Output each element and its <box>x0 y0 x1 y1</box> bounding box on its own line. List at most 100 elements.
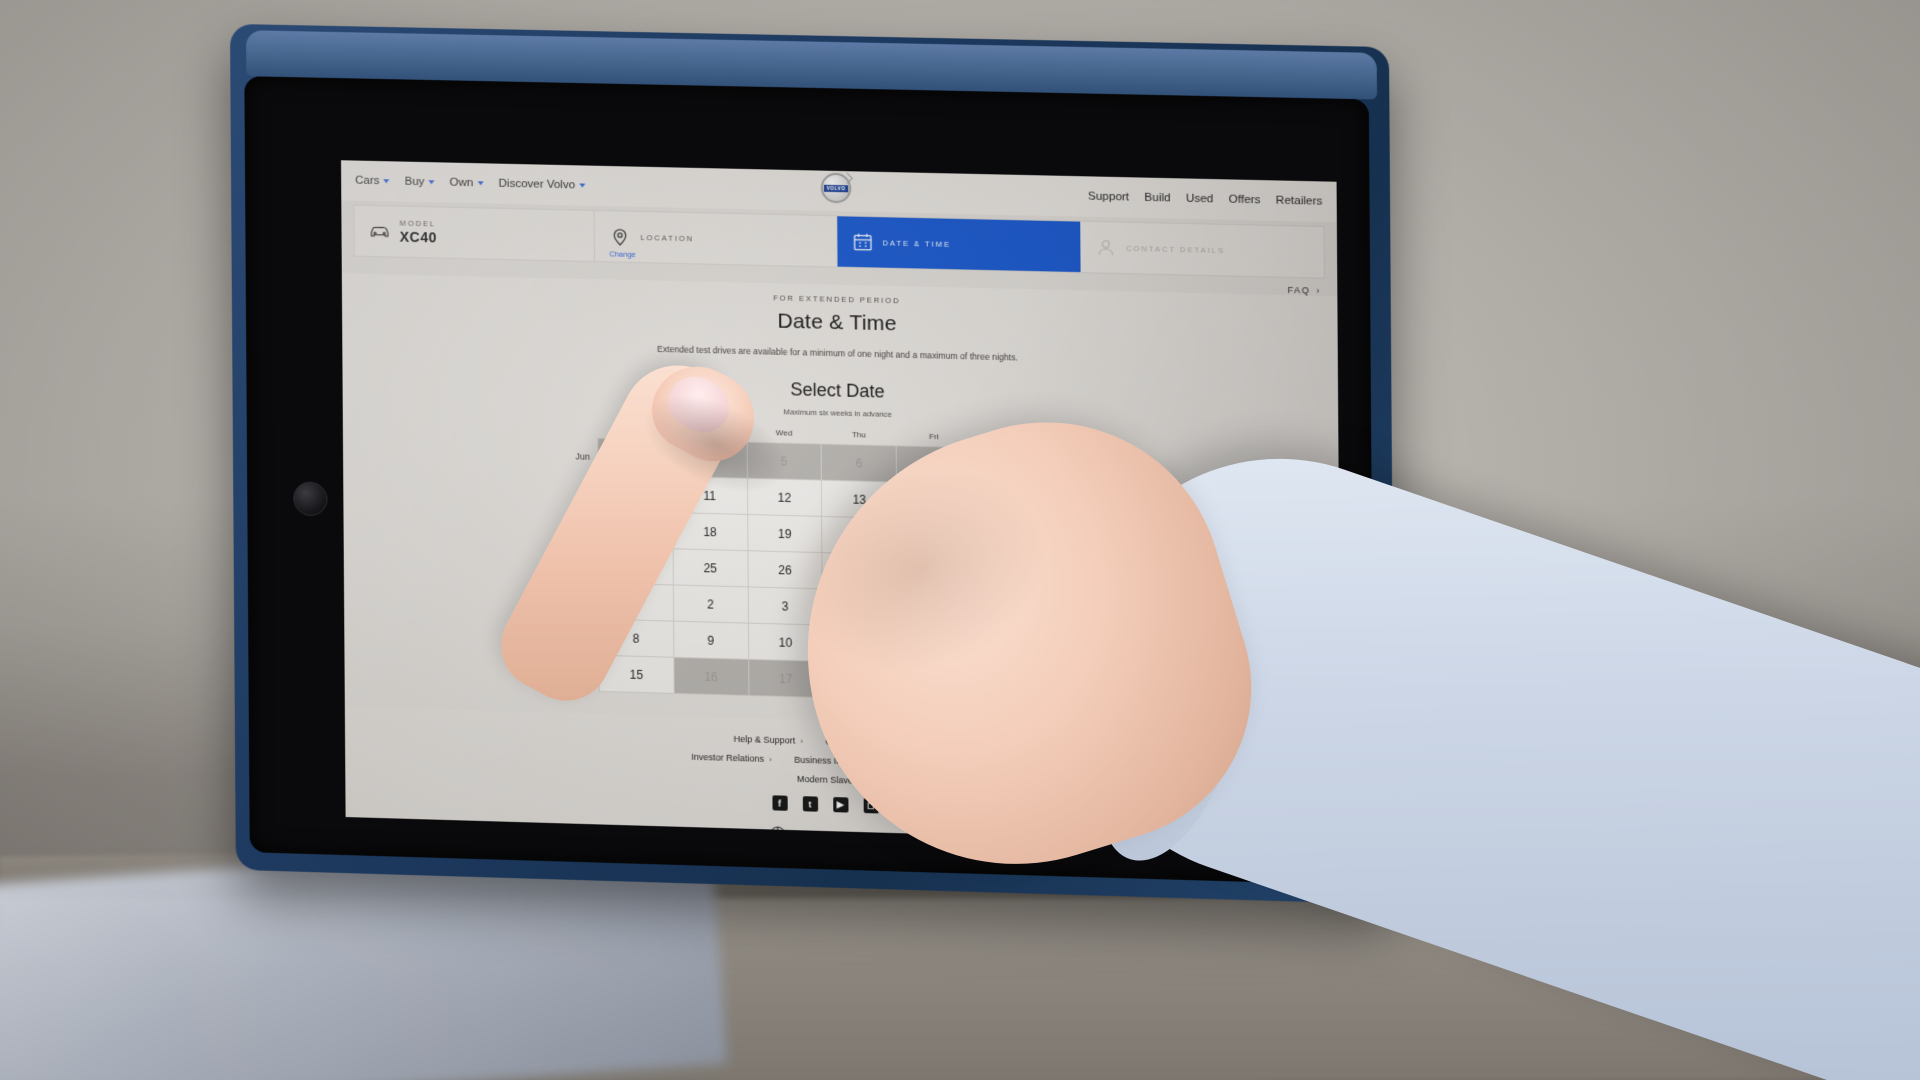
footer-link-volvo-cars-group[interactable]: Volvo Cars Group › <box>909 758 989 770</box>
chevron-down-icon <box>428 180 435 185</box>
faq-label: FAQ <box>1287 284 1311 296</box>
nav-label: Own <box>449 176 474 190</box>
calendar-day-disabled: 21 <box>1048 667 1124 706</box>
youtube-icon[interactable]: ▶ <box>832 797 849 813</box>
calendar-month-label: Jun <box>575 450 591 462</box>
calendar-day-available[interactable]: 9 <box>673 621 749 660</box>
month-col-header <box>555 423 598 439</box>
footer-link-modern-slavery-act[interactable]: Modern Slavery Act › <box>797 774 884 787</box>
twitter-icon[interactable]: t <box>802 796 818 812</box>
calendar-day-disabled: 17 <box>748 659 824 698</box>
calendar-day-available[interactable]: 24 <box>598 546 674 585</box>
chevron-right-icon: › <box>769 754 772 764</box>
calendar-day-available[interactable]: 13 <box>821 480 897 519</box>
change-location-link[interactable]: Change <box>609 249 636 259</box>
locale-label: Volvo Cars United Kingdom <box>793 829 912 845</box>
calendar-day-available[interactable]: 8 <box>598 619 674 658</box>
footer-link-label: Help & Support <box>733 733 796 746</box>
calendar-day-disabled: 22 <box>972 520 1048 559</box>
calendar-day-available[interactable]: 10 <box>747 623 824 662</box>
main-content: FOR EXTENDED PERIOD Date & Time Extended… <box>341 273 1341 735</box>
calendar-day-available[interactable]: 5 <box>897 590 973 630</box>
user-icon <box>1094 236 1117 259</box>
step-contact-details[interactable]: CONTACT DETAILS <box>1080 222 1324 278</box>
home-button[interactable] <box>293 481 328 517</box>
calendar-day-disabled: 9 <box>1046 449 1123 488</box>
logo-wordmark: VOLVO <box>823 184 849 192</box>
nav-label: Cars <box>355 174 380 188</box>
calendar-body: Jun 3 4 5 6 7 8 9 10 11 12 13 14 15 16 17 18 19 20 21 22 23 24… <box>555 437 1124 706</box>
calendar-day-available[interactable]: 14 <box>896 482 973 521</box>
calendar-day-disabled: 4 <box>672 440 747 479</box>
volvo-logo[interactable]: VOLVO <box>820 172 853 204</box>
nav-item-used[interactable]: Used <box>1186 193 1214 206</box>
calendar-day-available[interactable]: 11 <box>672 476 748 515</box>
calendar-day-available[interactable]: 19 <box>747 514 823 553</box>
calendar-day-available[interactable]: 17 <box>597 510 673 549</box>
footer-link-help-support[interactable]: Help & Support › <box>733 734 803 746</box>
footer-link-investor-relations[interactable]: Investor Relations › <box>691 752 772 764</box>
calendar-day-available[interactable]: 21 <box>896 518 973 557</box>
footer-link-label: Careers <box>825 736 858 748</box>
nav-label: Buy <box>404 175 425 189</box>
step-model[interactable]: MODEL XC40 <box>354 205 596 262</box>
step-value: XC40 <box>399 228 437 246</box>
calendar-day-disabled: 14 <box>1048 631 1124 670</box>
chevron-down-icon <box>383 179 390 184</box>
calendar-day-available[interactable]: 25 <box>672 548 748 587</box>
calendar-day-available[interactable]: 3 <box>747 586 823 626</box>
nav-label: Discover Volvo <box>498 177 576 192</box>
linkedin-icon[interactable]: in <box>893 798 909 815</box>
footer-link-careers[interactable]: Careers › <box>825 736 865 747</box>
chevron-right-icon: › <box>880 776 884 786</box>
calendar-day-available[interactable]: 20 <box>822 516 898 555</box>
chevron-down-icon <box>579 183 586 188</box>
nav-item-support[interactable]: Support <box>1088 191 1129 204</box>
chevron-right-icon: › <box>862 737 866 748</box>
instagram-icon[interactable]: ◻ <box>863 797 879 814</box>
chevron-right-icon: › <box>884 757 888 767</box>
calendar-day-disabled: 19 <box>897 663 974 702</box>
tablet-bezel: Cars Buy Own Discover Volvo VOLVO Suppor… <box>244 76 1375 886</box>
calendar-day-disabled: 5 <box>746 442 822 481</box>
footer-link-business-information[interactable]: Business Information › <box>794 755 887 768</box>
step-date-time[interactable]: DATE & TIME <box>836 216 1081 273</box>
calendar-day-available[interactable]: 27 <box>822 552 898 591</box>
footer-link-media-press[interactable]: Media/Press › <box>888 738 947 750</box>
calendar-day-available[interactable]: 4 <box>822 588 898 628</box>
facebook-icon[interactable]: f <box>771 795 788 811</box>
calendar-day-available[interactable]: 26 <box>747 550 823 589</box>
footer-link-label: Business Information <box>794 754 880 768</box>
calendar-day-available[interactable]: 15 <box>598 655 674 694</box>
step-location[interactable]: LOCATION Change <box>594 210 838 267</box>
calendar-day-available[interactable]: 11 <box>822 625 898 664</box>
calendar-day-available[interactable]: 1 <box>598 582 674 622</box>
footer-link-label: Modern Slavery Act <box>796 773 876 787</box>
calendar-day-available[interactable]: 12 <box>746 478 823 517</box>
calendar-day-disabled: 8 <box>971 447 1047 486</box>
calendar-day-available[interactable]: 12 <box>897 627 974 666</box>
calendar-month-label <box>555 510 598 547</box>
calendar-day-available[interactable]: 2 <box>673 584 748 624</box>
calendar-day-disabled: 3 <box>597 438 673 477</box>
calendar-day-disabled: 6 <box>821 443 897 483</box>
nav-item-buy[interactable]: Buy <box>405 176 435 189</box>
nav-item-build[interactable]: Build <box>1144 192 1170 205</box>
calendar-day-disabled: 18 <box>823 661 899 700</box>
calendar-day-disabled: 20 <box>973 665 1049 704</box>
nav-item-discover-volvo[interactable]: Discover Volvo <box>499 178 586 192</box>
nav-item-cars[interactable]: Cars <box>355 174 390 188</box>
calendar-day-available[interactable]: 10 <box>597 474 673 513</box>
calendar-day-available[interactable]: 28 <box>897 554 973 593</box>
calendar-day-disabled: 13 <box>972 629 1049 668</box>
nav-item-own[interactable]: Own <box>450 177 484 190</box>
chevron-right-icon: › <box>943 740 947 750</box>
nav-item-retailers[interactable]: Retailers <box>1276 195 1323 208</box>
calendar-month-label <box>556 618 599 655</box>
nav-item-offers[interactable]: Offers <box>1229 194 1261 207</box>
step-label: MODEL <box>399 218 436 229</box>
footer-link-label: Media/Press <box>887 738 939 750</box>
calendar-day-available[interactable]: 18 <box>672 512 748 551</box>
date-picker-calendar[interactable]: Mon Tue Wed Thu Fri Sat Sun Jun 3 4 5 6 7 8 9 10… <box>555 423 1125 707</box>
calendar-day-disabled: 29 <box>972 556 1048 595</box>
